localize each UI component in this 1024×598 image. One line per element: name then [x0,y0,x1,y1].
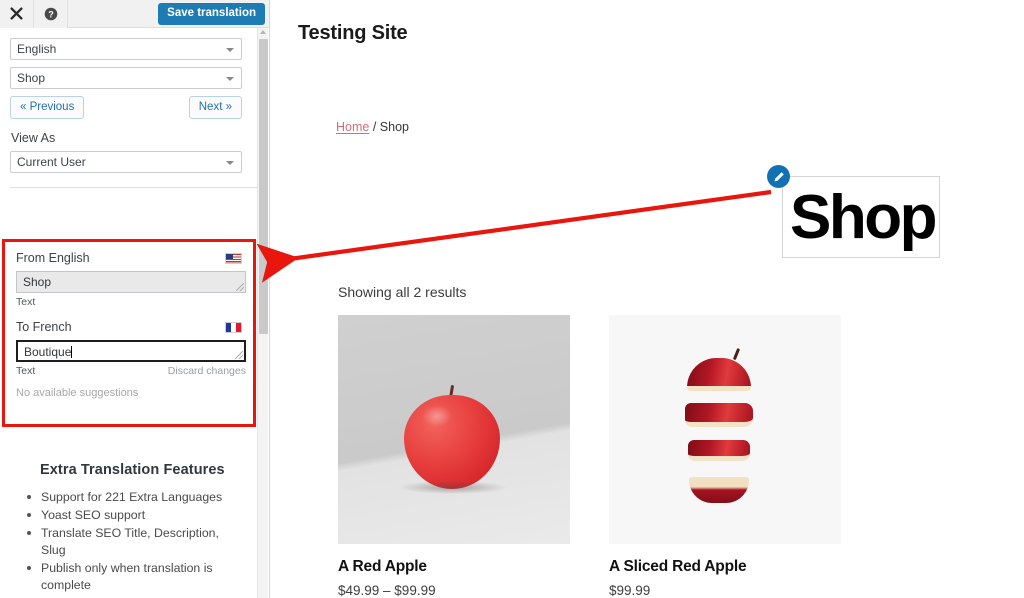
target-text-input[interactable]: Boutique [16,340,246,362]
product-card: A Red Apple $49.99 – $99.99 [338,315,570,598]
source-text-value: Shop [23,275,52,289]
results-count: Showing all 2 results [338,284,467,300]
save-translation-button[interactable]: Save translation [158,3,265,25]
breadcrumb-current: Shop [379,120,409,134]
editor-controls: English Shop « Previous Next » View As C… [0,28,269,188]
product-image[interactable] [338,315,570,544]
string-select[interactable]: Shop [10,67,242,89]
scroll-up-arrow-icon[interactable] [260,30,266,34]
list-item: Publish only when translation is complet… [26,560,246,594]
target-text-value: Boutique [24,345,72,359]
pencil-edit-icon[interactable] [767,165,790,188]
text-cursor [71,346,73,358]
site-title: Testing Site [298,22,408,44]
nav-buttons: « Previous Next » [10,96,242,119]
from-language-label: From English [16,251,90,265]
apple-shadow-shape [400,481,506,494]
editor-body: English Shop « Previous Next » View As C… [0,28,269,598]
view-as-select-value: Current User [17,155,86,169]
translation-editor-screen: ? Save translation English Shop « Previo… [0,0,1024,598]
target-language-header: To French [16,320,242,334]
apple-slice-shape [688,440,750,461]
extra-features-panel: Extra Translation Features Support for 2… [0,436,258,598]
source-language-header: From English [16,251,242,265]
translation-editor-panel: ? Save translation English Shop « Previo… [0,0,270,598]
apple-slice-shape [685,403,753,427]
language-select[interactable]: English [10,38,242,60]
target-field-type: Text [16,365,36,377]
view-as-label: View As [11,131,56,145]
next-button[interactable]: Next » [188,96,242,119]
product-price: $49.99 – $99.99 [338,583,436,598]
string-select-value: Shop [17,71,46,85]
site-preview-frame: Testing Site Home / Shop Shop Showing al… [278,0,1024,598]
list-item: Support for 221 Extra Languages [26,489,246,506]
list-item: Translate SEO Title, Description, Slug [26,525,246,559]
close-icon[interactable] [0,0,34,28]
view-as-select[interactable]: Current User [10,151,242,173]
language-select-value: English [17,42,57,56]
resize-grip-icon[interactable] [236,283,244,291]
translation-fields-highlight: From English Shop Text To French Boutiqu… [2,239,256,427]
editor-toolbar: ? Save translation [0,0,269,28]
apple-slice-shape [687,358,751,391]
page-heading-box[interactable]: Shop [767,165,940,258]
apple-stem-shape [732,347,740,361]
product-title[interactable]: A Sliced Red Apple [609,558,841,576]
scrollbar-thumb[interactable] [259,39,268,334]
product-card: A Sliced Red Apple $99.99 [609,315,841,598]
product-price: $99.99 [609,583,651,598]
product-image[interactable] [609,315,841,544]
source-meta-row: Text [16,296,246,308]
extra-features-heading: Extra Translation Features [40,462,225,478]
previous-button[interactable]: « Previous [10,96,85,119]
product-grid: A Red Apple $49.99 – $99.99 A Sliced Red… [338,315,841,598]
page-title: Shop [790,183,937,252]
breadcrumb: Home / Shop [336,120,409,134]
whole-apple-shape [404,395,500,489]
svg-text:?: ? [48,9,54,19]
flag-us-icon [225,252,242,264]
resize-grip-icon[interactable] [235,351,243,359]
apple-slice-shape [689,477,749,503]
chevron-down-icon [226,77,234,81]
product-title[interactable]: A Red Apple [338,558,570,576]
discard-changes-link[interactable]: Discard changes [168,365,246,377]
suggestions-text: No available suggestions [16,387,139,399]
flag-fr-icon [225,321,242,333]
divider [10,187,257,188]
extra-features-list: Support for 221 Extra Languages Yoast SE… [26,489,246,598]
breadcrumb-separator: / [372,120,377,134]
chevron-down-icon [226,161,234,165]
chevron-down-icon [226,48,234,52]
target-meta-row: Text Discard changes [16,365,246,377]
breadcrumb-home-link[interactable]: Home [336,120,369,134]
help-circle-icon[interactable]: ? [34,0,68,28]
to-language-label: To French [16,320,72,334]
source-field-type: Text [16,296,36,308]
editor-scrollbar[interactable] [257,28,268,598]
source-text-field[interactable]: Shop [16,271,246,293]
list-item: Yoast SEO support [26,507,246,524]
